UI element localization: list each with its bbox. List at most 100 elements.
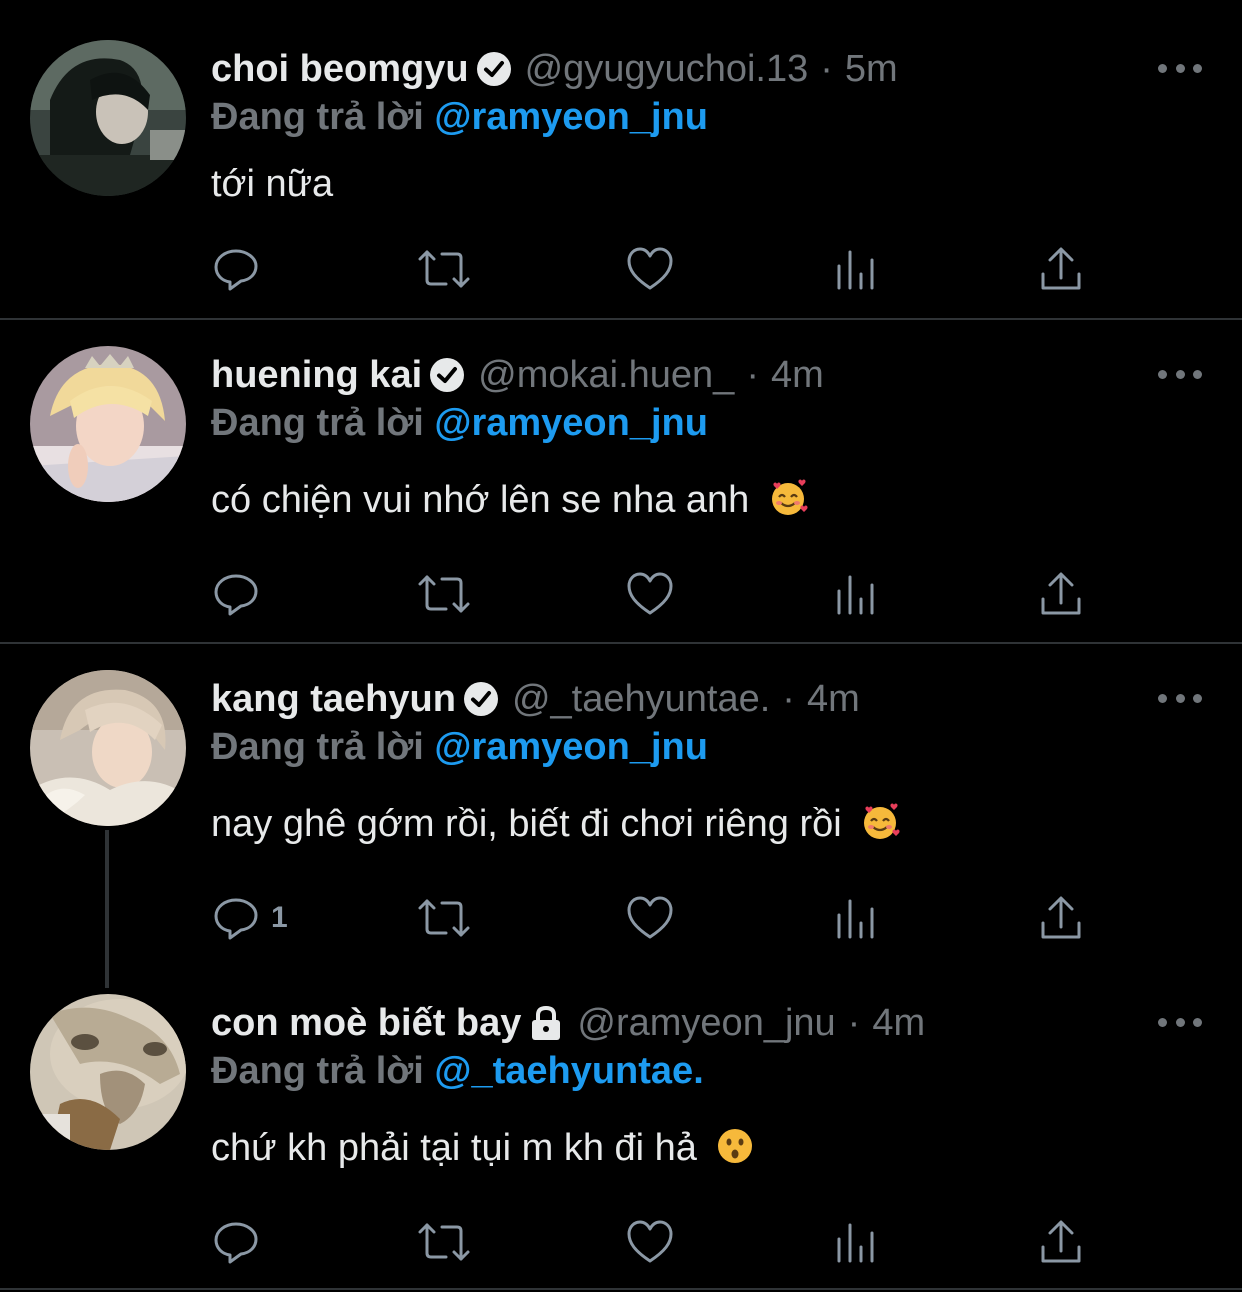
more-icon[interactable] bbox=[1158, 1012, 1202, 1032]
reply-label: Đang trả lời bbox=[211, 96, 424, 138]
username[interactable]: @gyugyuchoi.13 bbox=[525, 48, 809, 91]
timestamp[interactable]: 4m bbox=[872, 1002, 925, 1045]
tweet-text: có chiện vui nhớ lên se nha anh bbox=[211, 479, 750, 521]
display-name[interactable]: choi beomgyu bbox=[211, 48, 469, 91]
retweet-button[interactable] bbox=[416, 1217, 472, 1267]
views-button[interactable] bbox=[835, 893, 879, 943]
separator: · bbox=[847, 1001, 861, 1044]
divider bbox=[0, 1288, 1242, 1290]
views-button[interactable] bbox=[835, 1217, 879, 1267]
verified-badge-icon bbox=[462, 680, 500, 718]
tweet-text: chứ kh phải tại tụi m kh đi hả bbox=[211, 1127, 697, 1169]
separator: · bbox=[746, 353, 759, 396]
tweet-text: nay ghê gớm rồi, biết đi chơi riêng rồi bbox=[211, 803, 842, 845]
tweet-header: huening kai @mokai.huen_ · 4m bbox=[211, 350, 824, 400]
tweet-text: tới nữa bbox=[211, 163, 334, 205]
share-button[interactable] bbox=[1039, 569, 1083, 619]
retweet-icon bbox=[418, 575, 470, 613]
timestamp[interactable]: 4m bbox=[771, 354, 824, 397]
reply-context: Đang trả lời @ramyeon_jnu bbox=[211, 402, 708, 445]
views-button[interactable] bbox=[835, 569, 879, 619]
lock-icon bbox=[527, 1004, 565, 1042]
divider bbox=[0, 642, 1242, 644]
avatar[interactable] bbox=[30, 40, 186, 196]
username[interactable]: @mokai.huen_ bbox=[478, 354, 734, 397]
retweet-icon bbox=[418, 899, 470, 937]
tweet-header: con moè biết bay @ramyeon_jnu · 4m bbox=[211, 998, 925, 1048]
views-icon bbox=[837, 575, 874, 615]
more-icon[interactable] bbox=[1158, 364, 1202, 384]
more-icon[interactable] bbox=[1158, 688, 1202, 708]
retweet-icon bbox=[418, 1223, 470, 1261]
reply-button[interactable] bbox=[211, 1217, 261, 1267]
share-button[interactable] bbox=[1039, 244, 1083, 294]
tweet-text-line: chứ kh phải tại tụi m kh đi hả bbox=[211, 1126, 755, 1176]
like-button[interactable] bbox=[625, 893, 675, 943]
reply-button[interactable] bbox=[211, 244, 261, 294]
share-icon bbox=[1041, 896, 1081, 939]
reply-label: Đang trả lời bbox=[211, 402, 424, 444]
like-icon bbox=[627, 1220, 673, 1263]
tweet-header: choi beomgyu @gyugyuchoi.13 · 5m bbox=[211, 44, 898, 94]
tweet-text-line: nay ghê gớm rồi, biết đi chơi riêng rồi bbox=[211, 802, 900, 852]
reply-icon bbox=[214, 249, 258, 291]
share-icon bbox=[1041, 1220, 1081, 1263]
views-icon bbox=[837, 1223, 874, 1263]
reply-context: Đang trả lời @ramyeon_jnu bbox=[211, 96, 708, 139]
share-icon bbox=[1041, 572, 1081, 615]
action-bar bbox=[211, 1217, 1091, 1267]
timestamp[interactable]: 4m bbox=[807, 678, 860, 721]
like-button[interactable] bbox=[625, 244, 675, 294]
like-icon bbox=[627, 572, 673, 615]
separator: · bbox=[782, 677, 795, 720]
reply-label: Đang trả lời bbox=[211, 1050, 424, 1092]
retweet-button[interactable] bbox=[416, 244, 472, 294]
username[interactable]: @_taehyuntae. bbox=[512, 678, 770, 721]
verified-badge-icon bbox=[428, 356, 466, 394]
tweet-header: kang taehyun @_taehyuntae. · 4m bbox=[211, 674, 860, 724]
display-name[interactable]: huening kai bbox=[211, 354, 422, 397]
reply-label: Đang trả lời bbox=[211, 726, 424, 768]
separator: · bbox=[820, 47, 833, 90]
reply-button[interactable]: 1 bbox=[211, 893, 288, 943]
action-bar: 1 bbox=[211, 893, 1091, 943]
avatar[interactable] bbox=[30, 346, 186, 502]
share-button[interactable] bbox=[1039, 1217, 1083, 1267]
action-bar bbox=[211, 569, 1091, 619]
thread-connector bbox=[105, 830, 109, 988]
reply-icon bbox=[214, 574, 258, 616]
share-icon bbox=[1041, 247, 1081, 290]
username[interactable]: @ramyeon_jnu bbox=[577, 1002, 835, 1045]
reply-icon bbox=[214, 1222, 258, 1264]
share-button[interactable] bbox=[1039, 893, 1083, 943]
views-button[interactable] bbox=[835, 244, 879, 294]
tweet-text-line: có chiện vui nhớ lên se nha anh bbox=[211, 478, 808, 528]
avatar[interactable] bbox=[30, 994, 186, 1150]
reply-mention[interactable]: @_taehyuntae. bbox=[434, 1050, 703, 1092]
reply-mention[interactable]: @ramyeon_jnu bbox=[434, 402, 708, 444]
retweet-button[interactable] bbox=[416, 893, 472, 943]
smiling-face-with-hearts-icon bbox=[860, 802, 900, 852]
display-name[interactable]: con moè biết bay bbox=[211, 1002, 521, 1045]
reply-mention[interactable]: @ramyeon_jnu bbox=[434, 726, 708, 768]
smiling-face-with-hearts-icon bbox=[768, 478, 808, 528]
like-icon bbox=[627, 247, 673, 290]
display-name[interactable]: kang taehyun bbox=[211, 678, 456, 721]
like-button[interactable] bbox=[625, 1217, 675, 1267]
reply-count: 1 bbox=[271, 901, 288, 934]
reply-icon bbox=[214, 898, 258, 940]
reply-mention[interactable]: @ramyeon_jnu bbox=[434, 96, 708, 138]
timestamp[interactable]: 5m bbox=[845, 48, 898, 91]
hushed-face-icon bbox=[715, 1126, 755, 1176]
like-button[interactable] bbox=[625, 569, 675, 619]
more-icon[interactable] bbox=[1158, 58, 1202, 78]
reply-button[interactable] bbox=[211, 569, 261, 619]
views-icon bbox=[837, 899, 874, 939]
divider bbox=[0, 318, 1242, 320]
avatar[interactable] bbox=[30, 670, 186, 826]
action-bar bbox=[211, 244, 1091, 294]
like-icon bbox=[627, 896, 673, 939]
retweet-icon bbox=[418, 250, 470, 288]
verified-badge-icon bbox=[475, 50, 513, 88]
retweet-button[interactable] bbox=[416, 569, 472, 619]
